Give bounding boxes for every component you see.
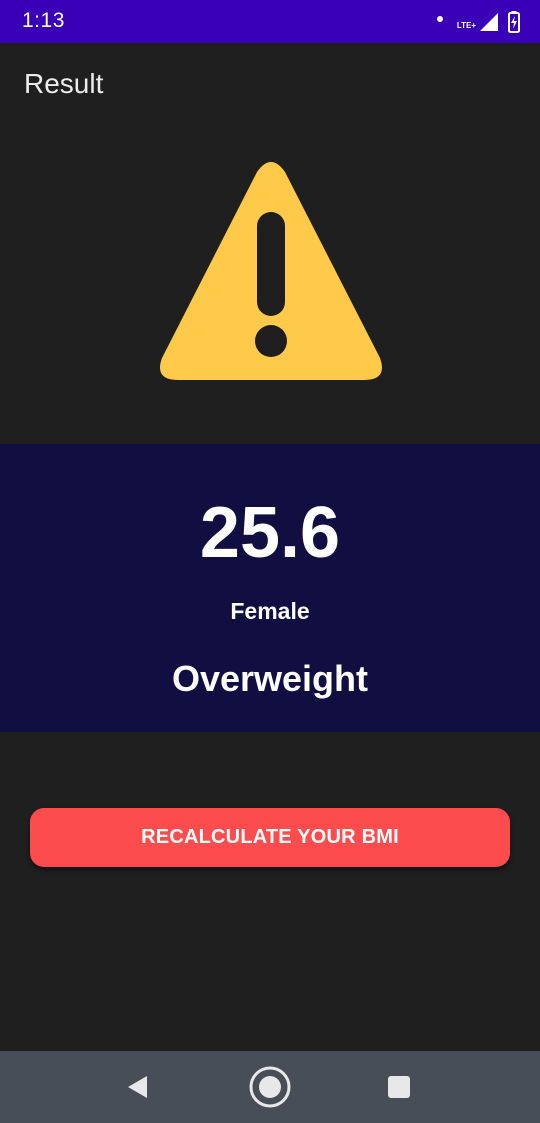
home-icon[interactable]	[248, 1065, 292, 1109]
warning-icon	[158, 158, 384, 382]
recents-icon[interactable]	[377, 1065, 421, 1109]
result-card: 25.6 Female Overweight	[0, 444, 540, 732]
status-icons: LTE+	[436, 10, 520, 34]
lte-signal-icon	[480, 13, 498, 31]
status-bar: 1:13 LTE+	[0, 0, 540, 43]
notification-dot-icon	[436, 16, 443, 22]
recalculate-button[interactable]: RECALCULATE YOUR BMI	[30, 808, 510, 867]
result-screen: 1:13 LTE+ Result 25.6 Female Overweight	[0, 0, 540, 1123]
system-nav-bar	[0, 1051, 540, 1123]
bmi-category: Overweight	[171, 658, 369, 699]
battery-charging-icon	[508, 11, 520, 33]
gender-label: Female	[230, 598, 310, 624]
back-icon[interactable]	[116, 1065, 160, 1109]
status-time: 1:13	[22, 9, 65, 32]
page-title: Result	[24, 68, 104, 99]
lte-label: LTE+	[456, 20, 476, 30]
bmi-value: 25.6	[199, 493, 341, 573]
